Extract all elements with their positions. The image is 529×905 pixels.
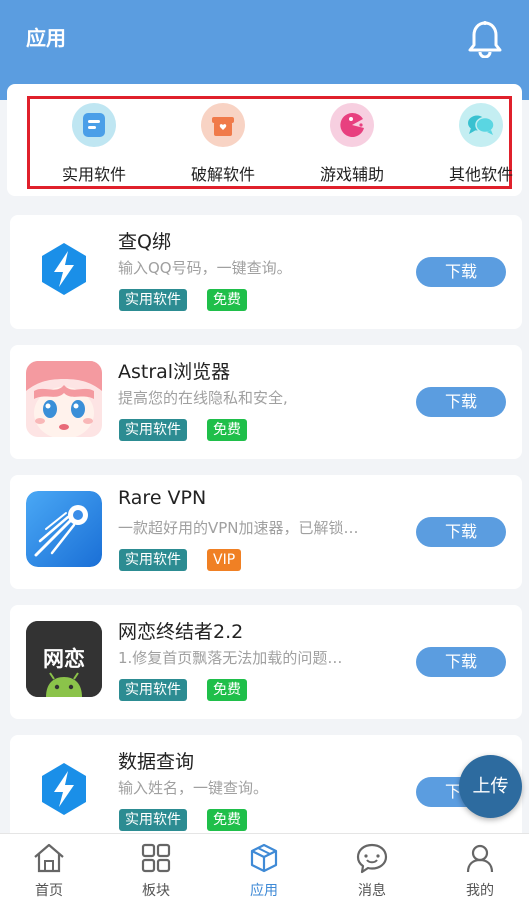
download-button[interactable]: 下载 [416,647,506,677]
tab-label: 消息 [358,883,386,899]
upload-button[interactable]: 上传 [459,755,522,818]
grid-icon [141,843,171,873]
app-description: 输入QQ号码，一键查询。 [118,259,292,277]
category-tag: 实用软件 [119,419,187,441]
category-tag: 实用软件 [119,549,187,571]
message-icon [356,843,388,874]
category-tag: 实用软件 [119,679,187,701]
app-card[interactable]: Rare VPN 一款超好用的VPN加速器，已解锁… 实用软件 VIP 下载 [10,475,522,589]
download-button[interactable]: 下载 [416,257,506,287]
app-description: 提高您的在线隐私和安全, [118,389,288,407]
tab-label: 板块 [142,883,170,899]
comet-app-icon [26,491,102,567]
android-app-icon: 网恋 [26,621,102,697]
lightning-app-icon [26,751,102,827]
category-cracked[interactable]: 破解软件 [163,99,283,192]
tab-apps[interactable]: 应用 [224,842,304,900]
app-card[interactable]: 数据查询 输入姓名，一键查询。 实用软件 免费 下载 [10,735,522,849]
app-description: 一款超好用的VPN加速器，已解锁… [118,519,359,537]
bell-icon[interactable] [467,20,503,59]
price-tag: 免费 [207,809,247,831]
app-icon-text: 网恋 [43,647,85,671]
tab-profile[interactable]: 我的 [440,842,520,900]
page-title: 应用 [26,26,66,50]
category-label: 游戏辅助 [319,165,384,184]
price-tag: 免费 [207,419,247,441]
app-name: 查Q绑 [118,231,171,253]
anime-girl-app-icon [26,361,102,437]
tab-messages[interactable]: 消息 [332,842,412,900]
category-label: 实用软件 [61,165,126,184]
category-highlight-box: 实用软件 破解软件 游戏辅助 其他软件 [27,96,513,192]
tab-label: 首页 [35,883,63,899]
category-label: 破解软件 [190,165,255,184]
cube-icon [250,843,278,873]
app-card[interactable]: 查Q绑 输入QQ号码，一键查询。 实用软件 免费 下载 [10,215,522,329]
category-tag: 实用软件 [119,809,187,831]
app-card[interactable]: Astral浏览器 提高您的在线隐私和安全, 实用软件 免费 下载 [10,345,522,459]
category-tag: 实用软件 [119,289,187,311]
app-name: 数据查询 [118,751,195,773]
tab-sections[interactable]: 板块 [116,842,196,900]
app-description: 输入姓名，一键查询。 [118,779,269,797]
category-other[interactable]: 其他软件 [421,99,529,192]
download-button[interactable]: 下载 [416,517,506,547]
app-name: Rare VPN [118,487,207,509]
price-tag: 免费 [207,679,247,701]
document-icon [72,103,116,147]
price-tag: 免费 [207,289,247,311]
tab-label: 我的 [466,883,494,899]
tab-label: 应用 [250,883,278,899]
app-card[interactable]: 网恋 网恋终结者2.2 1.修复首页飘落无法加载的问题… 实用软件 免费 下载 [10,605,522,719]
chat-icon [459,103,503,147]
price-tag: VIP [207,549,242,571]
gift-icon [201,103,245,147]
bottom-tab-bar: 首页 板块 应用 消息 我的 [0,833,529,905]
app-name: Astral浏览器 [118,361,231,383]
user-icon [466,844,494,873]
category-game-assist[interactable]: 游戏辅助 [292,99,412,192]
home-icon [34,843,64,873]
app-description: 1.修复首页飘落无法加载的问题… [118,649,343,667]
pacman-icon [330,103,374,147]
app-name: 网恋终结者2.2 [118,621,244,643]
category-utility[interactable]: 实用软件 [34,99,154,192]
category-panel: 实用软件 破解软件 游戏辅助 其他软件 [7,84,522,196]
category-label: 其他软件 [448,165,513,184]
tab-home[interactable]: 首页 [9,842,89,900]
lightning-app-icon [26,231,102,307]
download-button[interactable]: 下载 [416,387,506,417]
